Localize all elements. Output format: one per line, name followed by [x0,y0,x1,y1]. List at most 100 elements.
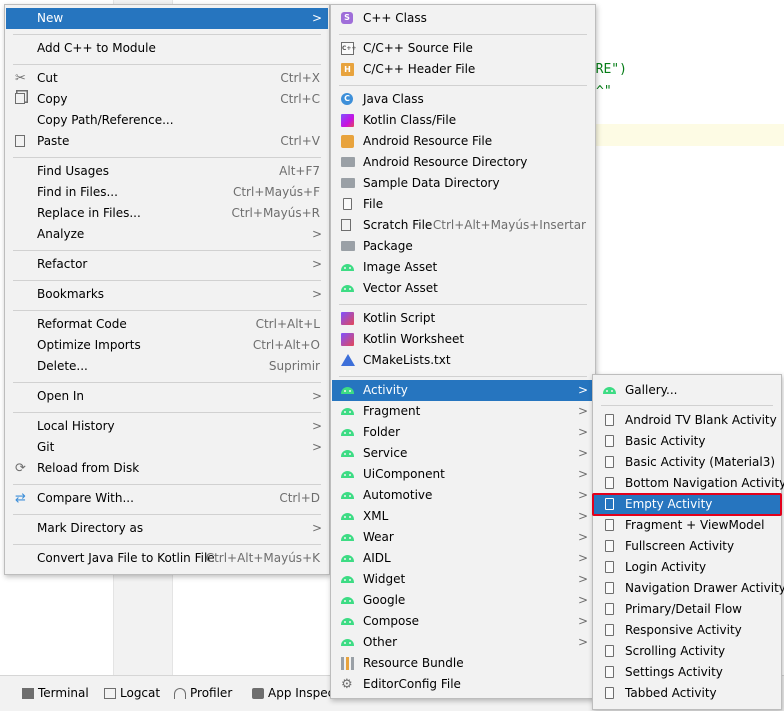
profiler-tab[interactable]: Profiler [174,684,232,702]
menu-item-activity-template[interactable]: Scrolling Activity [594,641,780,662]
template-file-icon [605,519,614,531]
logcat-icon [104,687,116,699]
menu-item-activity-template[interactable]: Android TV Blank Activity [594,410,780,431]
menu-item-copy[interactable]: Copy Ctrl+C [6,89,328,110]
menu-item-wear[interactable]: Wear > [332,527,594,548]
menu-item-automotive[interactable]: Automotive > [332,485,594,506]
selection-highlight-outline [592,493,782,516]
menu-item-activity-template[interactable]: Primary/Detail Flow [594,599,780,620]
menu-item-label: C/C++ Header File [363,62,476,76]
menu-item-cpp-header[interactable]: H C/C++ Header File [332,59,594,80]
menu-item-new[interactable]: New > [6,8,328,29]
menu-item-label: AIDL [363,551,391,565]
menu-item-widget[interactable]: Widget > [332,569,594,590]
menu-item-activity-template[interactable]: Settings Activity [594,662,780,683]
menu-separator [13,412,321,413]
menu-item-find-usages[interactable]: Find Usages Alt+F7 [6,161,328,182]
menu-item-activity-template[interactable]: Tabbed Activity [594,683,780,704]
menu-item-analyze[interactable]: Analyze > [6,224,328,245]
menu-item-vector-asset[interactable]: Vector Asset [332,278,594,299]
menu-item-reload[interactable]: ⟳ Reload from Disk [6,458,328,479]
menu-item-delete[interactable]: Delete... Suprimir [6,356,328,377]
menu-item-local-history[interactable]: Local History > [6,416,328,437]
context-menu: New > Add C++ to Module ✂ Cut Ctrl+X Cop… [4,4,330,575]
menu-item-convert-to-kotlin[interactable]: Convert Java File to Kotlin File Ctrl+Al… [6,548,328,569]
menu-item-label: Widget [363,572,406,586]
menu-item-scratch-file[interactable]: Scratch File Ctrl+Alt+Mayús+Insertar [332,215,594,236]
app-inspection-tab[interactable]: App Inspect [252,684,339,702]
logcat-tab[interactable]: Logcat [104,684,160,702]
menu-separator [13,310,321,311]
menu-item-kotlin-worksheet[interactable]: Kotlin Worksheet [332,329,594,350]
menu-item-label: Wear [363,530,394,544]
menu-item-activity-template[interactable]: Navigation Drawer Activity [594,578,784,599]
java-class-icon: C [341,93,353,105]
menu-item-label: Copy Path/Reference... [37,113,174,127]
menu-item-cpp-source[interactable]: C++ C/C++ Source File [332,38,594,59]
menu-item-other[interactable]: Other > [332,632,594,653]
terminal-icon [22,687,34,699]
menu-item-reformat[interactable]: Reformat Code Ctrl+Alt+L [6,314,328,335]
shortcut-label: Ctrl+C [280,92,320,106]
shortcut-label: Ctrl+Alt+Mayús+K [205,551,320,565]
menu-item-activity[interactable]: Activity > [332,380,594,401]
menu-item-compare[interactable]: ⇄ Compare With... Ctrl+D [6,488,328,509]
menu-item-label: Settings Activity [625,665,723,679]
terminal-tab[interactable]: Terminal [22,684,89,702]
menu-item-gallery[interactable]: Gallery... [594,380,780,401]
menu-item-fragment[interactable]: Fragment > [332,401,594,422]
menu-item-activity-template[interactable]: Fullscreen Activity [594,536,780,557]
menu-item-kotlin-class[interactable]: Kotlin Class/File [332,110,594,131]
menu-item-google[interactable]: Google > [332,590,594,611]
menu-item-activity-template[interactable]: Responsive Activity [594,620,780,641]
menu-item-activity-template[interactable]: Basic Activity (Material3) [594,452,780,473]
chevron-right-icon: > [577,551,588,565]
chevron-right-icon: > [577,467,588,481]
menu-item-uicomponent[interactable]: UiComponent > [332,464,594,485]
menu-item-activity-template[interactable]: Basic Activity [594,431,780,452]
menu-item-file[interactable]: File [332,194,594,215]
menu-item-refactor[interactable]: Refactor > [6,254,328,275]
menu-item-cpp-class[interactable]: S C++ Class [332,8,594,29]
menu-item-image-asset[interactable]: Image Asset [332,257,594,278]
menu-item-copy-path[interactable]: Copy Path/Reference... [6,110,328,131]
menu-item-editorconfig[interactable]: ⚙ EditorConfig File [332,674,594,695]
menu-item-cmakelists[interactable]: CMakeLists.txt [332,350,594,371]
menu-item-service[interactable]: Service > [332,443,594,464]
menu-item-activity-template[interactable]: Bottom Navigation Activity [594,473,784,494]
menu-item-mark-directory[interactable]: Mark Directory as > [6,518,328,539]
menu-item-android-resource-directory[interactable]: Android Resource Directory [332,152,594,173]
menu-item-resource-bundle[interactable]: Resource Bundle [332,653,594,674]
activity-submenu: Gallery... Android TV Blank Activity Bas… [592,374,784,710]
tool-tab-label: Terminal [38,686,89,700]
app-inspection-icon [252,687,264,699]
menu-item-replace-in-files[interactable]: Replace in Files... Ctrl+Mayús+R [6,203,328,224]
template-file-icon [605,540,614,552]
menu-item-compose[interactable]: Compose > [332,611,594,632]
menu-item-cut[interactable]: ✂ Cut Ctrl+X [6,68,328,89]
menu-item-folder[interactable]: Folder > [332,422,594,443]
menu-item-activity-template[interactable]: Login Activity [594,557,780,578]
template-file-icon [605,456,614,468]
menu-item-bookmarks[interactable]: Bookmarks > [6,284,328,305]
menu-item-optimize-imports[interactable]: Optimize Imports Ctrl+Alt+O [6,335,328,356]
menu-item-kotlin-script[interactable]: Kotlin Script [332,308,594,329]
menu-separator [13,514,321,515]
menu-item-aidl[interactable]: AIDL > [332,548,594,569]
menu-item-java-class[interactable]: C Java Class [332,89,594,110]
menu-item-package[interactable]: Package [332,236,594,257]
menu-separator [13,157,321,158]
menu-item-add-cpp[interactable]: Add C++ to Module [6,38,328,59]
menu-item-label: Android Resource Directory [363,155,528,169]
menu-item-label: Activity [363,383,408,397]
menu-item-sample-data-directory[interactable]: Sample Data Directory [332,173,594,194]
menu-item-xml[interactable]: XML > [332,506,594,527]
menu-item-paste[interactable]: Paste Ctrl+V [6,131,328,152]
menu-item-find-in-files[interactable]: Find in Files... Ctrl+Mayús+F [6,182,328,203]
chevron-right-icon: > [311,11,322,25]
menu-item-android-resource-file[interactable]: Android Resource File [332,131,594,152]
menu-item-label: UiComponent [363,467,445,481]
menu-item-activity-template[interactable]: Fragment + ViewModel [594,515,780,536]
menu-item-git[interactable]: Git > [6,437,328,458]
menu-item-open-in[interactable]: Open In > [6,386,328,407]
